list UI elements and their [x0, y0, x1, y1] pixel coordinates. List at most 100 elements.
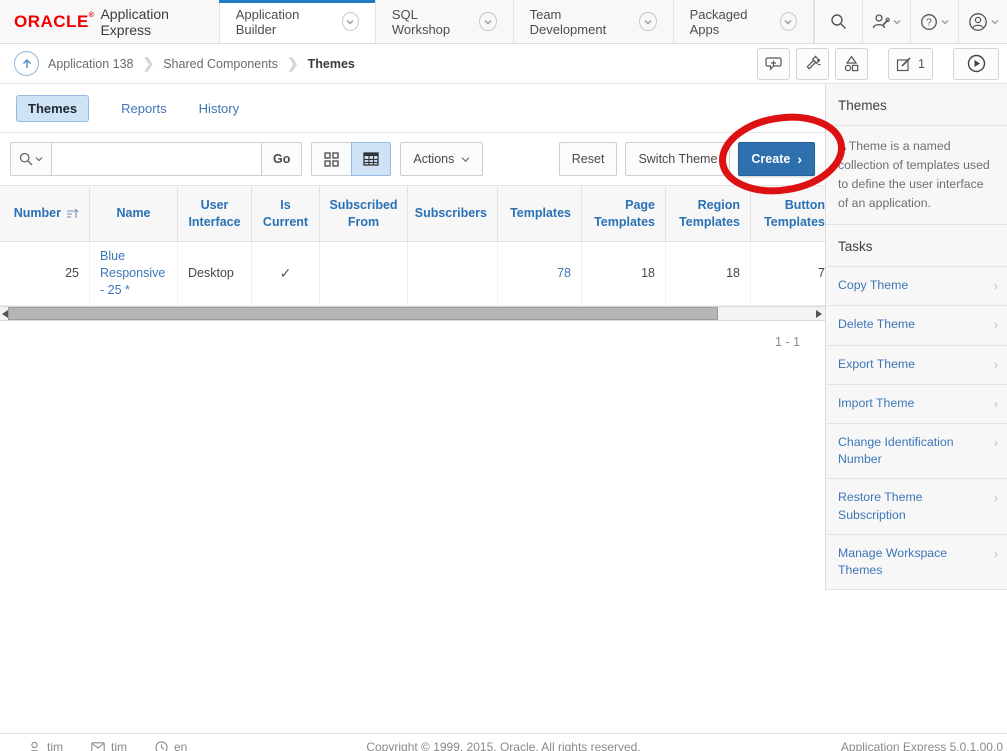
search-input[interactable]	[52, 142, 262, 176]
task-restore-theme-subscription[interactable]: Restore Theme Subscription›	[826, 479, 1007, 534]
create-button[interactable]: Create ›	[738, 142, 815, 176]
column-header-number[interactable]: Number	[0, 186, 90, 242]
task-export-theme[interactable]: Export Theme›	[826, 346, 1007, 385]
chevron-right-icon: ›	[994, 545, 998, 579]
edit-page-number: 1	[918, 57, 925, 71]
search-icon[interactable]	[815, 0, 863, 43]
task-change-identification-number[interactable]: Change Identification Number›	[826, 424, 1007, 479]
content-area: Themes Reports History Go Actions	[0, 84, 1007, 733]
pagination-label: 1 - 1	[0, 321, 825, 349]
tab-team-development[interactable]: Team Development	[513, 0, 673, 43]
column-header-user-interface[interactable]: User Interface	[178, 186, 252, 242]
table-header-row: Number Name User Interface Is Current Su…	[0, 186, 825, 242]
reset-button[interactable]: Reset	[559, 142, 618, 176]
top-bar: ORACLE® Application Express Application …	[0, 0, 1007, 44]
chevron-down-icon	[991, 18, 999, 26]
chevron-down-icon	[461, 155, 470, 164]
page-tabs: Themes Reports History	[0, 84, 825, 133]
run-application-button[interactable]	[953, 48, 999, 80]
shapes-icon	[843, 55, 860, 72]
chevron-down-icon	[941, 18, 949, 26]
breadcrumb-actions: 1	[757, 48, 999, 80]
column-header-button-templates[interactable]: Button Templates	[751, 186, 825, 242]
chevron-right-icon: ›	[994, 277, 998, 295]
theme-name-link[interactable]: Blue Responsive - 25 *	[100, 248, 167, 299]
chevron-right-icon: ›	[994, 316, 998, 334]
tab-packaged-apps[interactable]: Packaged Apps	[673, 0, 814, 43]
go-button[interactable]: Go	[262, 142, 302, 176]
breadcrumb-application[interactable]: Application 138	[48, 57, 133, 71]
column-header-templates[interactable]: Templates	[498, 186, 582, 242]
svg-text:?: ?	[926, 17, 932, 28]
view-toggle	[311, 142, 391, 176]
report-view-button[interactable]	[351, 142, 391, 176]
table-row: 25 Blue Responsive - 25 * Desktop ✓ 78 1…	[0, 242, 825, 306]
templates-count-link[interactable]: 78	[557, 265, 571, 282]
breadcrumb-shared-components[interactable]: Shared Components	[163, 57, 278, 71]
tab-themes[interactable]: Themes	[16, 95, 89, 122]
top-nav: Application Builder SQL Workshop Team De…	[219, 0, 814, 43]
horizontal-scrollbar[interactable]	[0, 306, 825, 321]
help-icon[interactable]: ?	[911, 0, 959, 43]
sidebar-about-title: Themes	[826, 84, 1007, 126]
actions-menu-button[interactable]: Actions	[400, 142, 483, 176]
chevron-down-icon[interactable]	[639, 12, 656, 31]
account-icon[interactable]	[959, 0, 1007, 43]
column-header-region-templates[interactable]: Region Templates	[666, 186, 751, 242]
chevron-down-icon	[35, 155, 43, 163]
cell-is-current: ✓	[252, 242, 320, 306]
chevron-down-icon[interactable]	[479, 12, 496, 31]
column-header-subscribers[interactable]: Subscribers	[408, 186, 498, 242]
feedback-button[interactable]	[757, 48, 790, 80]
shared-components-button[interactable]	[835, 48, 868, 80]
column-header-is-current[interactable]: Is Current	[252, 186, 320, 242]
report-view-icon	[363, 152, 379, 166]
column-header-page-templates[interactable]: Page Templates	[582, 186, 666, 242]
grid-view-icon	[324, 152, 339, 167]
magnifier-icon	[19, 152, 33, 166]
chevron-right-icon: ›	[994, 356, 998, 374]
registered-mark: ®	[89, 12, 95, 19]
cell-user-interface: Desktop	[178, 242, 252, 306]
themes-report-table: Number Name User Interface Is Current Su…	[0, 185, 825, 306]
flashlight-icon	[804, 55, 821, 72]
column-header-name[interactable]: Name	[90, 186, 178, 242]
up-arrow-icon[interactable]	[14, 51, 39, 76]
brand: ORACLE® Application Express	[0, 0, 219, 43]
sort-ascending-icon	[66, 208, 79, 220]
edit-page-button[interactable]: 1	[888, 48, 933, 80]
administration-icon[interactable]	[863, 0, 911, 43]
breadcrumb-separator-icon: ❯	[142, 55, 154, 72]
tab-application-builder[interactable]: Application Builder	[219, 0, 375, 43]
footer: tim tim en Copyright © 1999, 2015, Oracl…	[0, 733, 1007, 751]
tab-reports[interactable]: Reports	[121, 101, 167, 116]
tab-history[interactable]: History	[199, 101, 239, 116]
play-circle-icon	[967, 54, 986, 73]
chevron-down-icon[interactable]	[780, 12, 797, 31]
scroll-right-arrow-icon[interactable]	[816, 310, 822, 318]
oracle-logo: ORACLE®	[14, 12, 94, 32]
search-column-menu-button[interactable]	[10, 142, 52, 176]
chevron-right-icon: ›	[797, 151, 802, 167]
spotlight-search-button[interactable]	[796, 48, 829, 80]
breadcrumb-bar: Application 138 ❯ Shared Components ❯ Th…	[0, 44, 1007, 84]
task-copy-theme[interactable]: Copy Theme›	[826, 267, 1007, 306]
sidebar-about-text: A Theme is a named collection of templat…	[826, 126, 1007, 225]
switch-theme-button[interactable]: Switch Theme	[625, 142, 730, 176]
chevron-right-icon: ›	[994, 489, 998, 523]
main-region: Themes Reports History Go Actions	[0, 84, 825, 733]
cell-button-templates: 7	[751, 242, 825, 306]
task-import-theme[interactable]: Import Theme›	[826, 385, 1007, 424]
chevron-down-icon	[893, 18, 901, 26]
task-delete-theme[interactable]: Delete Theme›	[826, 306, 1007, 345]
column-header-subscribed-from[interactable]: Subscribed From	[320, 186, 408, 242]
scrollbar-thumb[interactable]	[8, 307, 718, 320]
icon-view-button[interactable]	[311, 142, 351, 176]
footer-copyright: Copyright © 1999, 2015, Oracle. All righ…	[0, 740, 1007, 751]
top-icon-bar: ?	[814, 0, 1007, 43]
tab-sql-workshop[interactable]: SQL Workshop	[375, 0, 513, 43]
task-manage-workspace-themes[interactable]: Manage Workspace Themes›	[826, 535, 1007, 590]
chevron-right-icon: ›	[994, 395, 998, 413]
chevron-down-icon[interactable]	[342, 12, 359, 31]
cell-region-templates: 18	[666, 242, 751, 306]
